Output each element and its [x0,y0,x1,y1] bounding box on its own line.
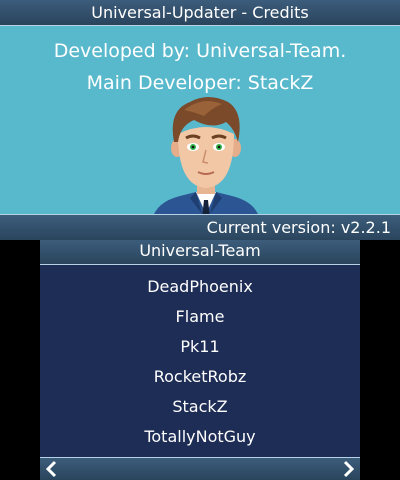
nav-bar [40,457,360,480]
bottom-screen: Universal-Team DeadPhoenix Flame Pk11 Ro… [40,240,360,480]
member-flame: Flame [175,307,225,326]
chevron-right-icon [343,460,355,478]
member-deadphoenix: DeadPhoenix [147,277,253,296]
developer-avatar [152,97,260,220]
member-stackz: StackZ [172,397,228,416]
member-pk11: Pk11 [180,337,220,356]
chevron-left-icon [45,460,57,478]
member-totallynotguy: TotallyNotGuy [144,427,256,446]
previous-page-button[interactable] [44,460,58,480]
team-header: Universal-Team [40,240,360,265]
version-bar: Current version: v2.2.1 [0,214,400,240]
member-rocketrobz: RocketRobz [153,367,247,386]
title-bar: Universal-Updater - Credits [0,0,400,26]
page-title: Universal-Updater - Credits [91,3,309,22]
next-page-button[interactable] [342,460,356,480]
version-text: Current version: v2.2.1 [206,218,391,237]
top-screen: Universal-Updater - Credits Developed by… [0,0,400,240]
team-name: Universal-Team [139,241,261,260]
developed-by-text: Developed by: Universal-Team. [53,40,347,62]
